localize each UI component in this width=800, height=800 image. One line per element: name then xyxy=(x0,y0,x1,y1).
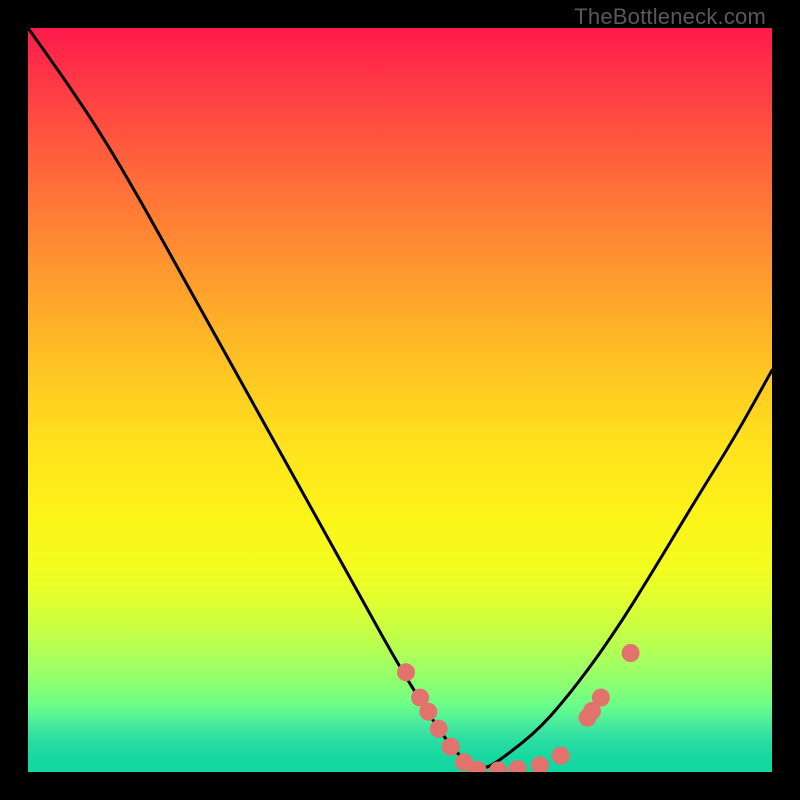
data-marker xyxy=(430,720,448,738)
chart-frame: TheBottleneck.com xyxy=(0,0,800,800)
data-marker xyxy=(622,644,640,662)
plot-area xyxy=(28,28,772,772)
data-marker xyxy=(397,663,415,681)
bottleneck-curve-chart xyxy=(28,28,772,772)
data-marker xyxy=(592,689,610,707)
data-marker xyxy=(509,760,527,772)
curve-line xyxy=(28,28,772,768)
data-marker xyxy=(489,762,507,773)
data-marker xyxy=(419,703,437,721)
data-marker xyxy=(552,747,570,765)
watermark-label: TheBottleneck.com xyxy=(574,4,766,30)
data-marker xyxy=(531,756,549,772)
data-marker xyxy=(442,738,460,756)
